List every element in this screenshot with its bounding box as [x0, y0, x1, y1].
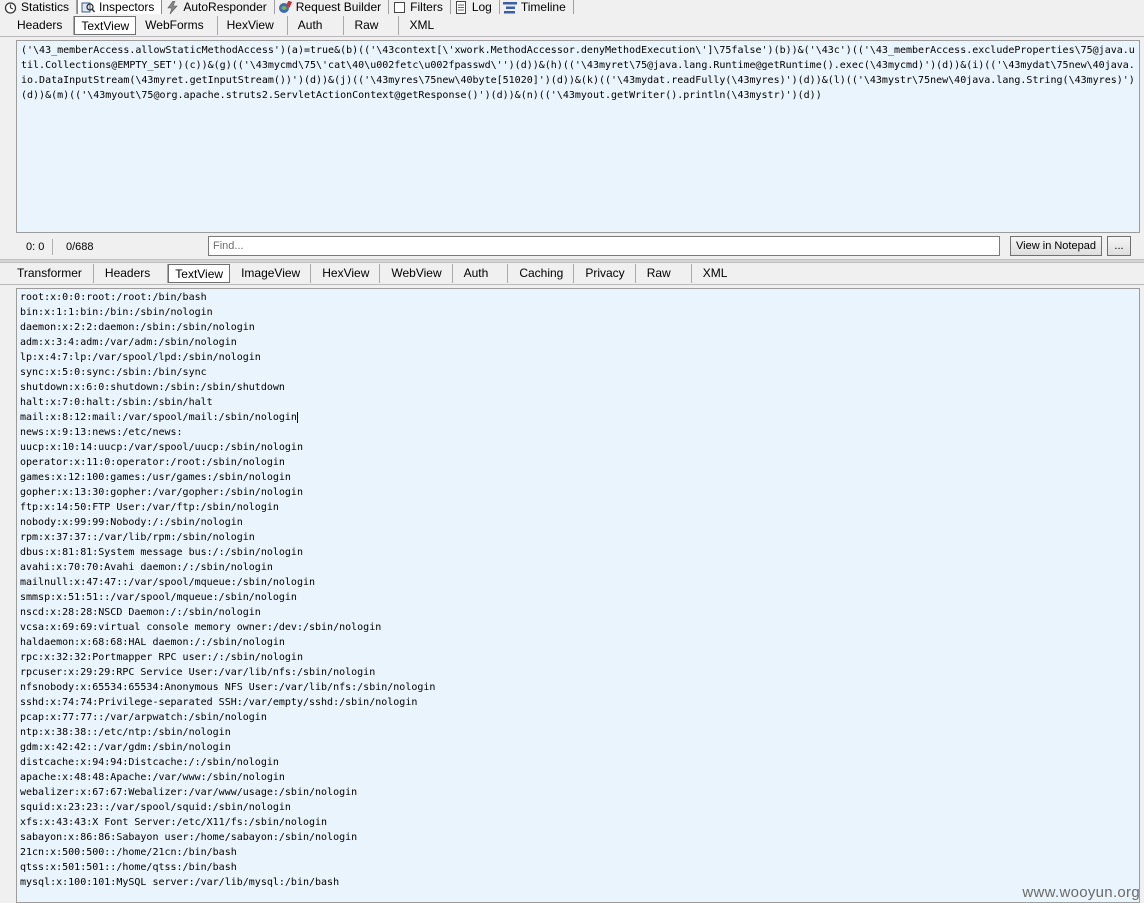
request-tab-webforms[interactable]: WebForms [136, 16, 218, 35]
response-tab-imageview[interactable]: ImageView [230, 264, 312, 283]
response-line: haldaemon:x:68:68:HAL daemon:/:/sbin/nol… [20, 637, 285, 648]
timeline-icon [502, 1, 517, 14]
response-line: halt:x:7:0:halt:/sbin:/sbin/halt [20, 397, 213, 408]
response-line: avahi:x:70:70:Avahi daemon:/:/sbin/nolog… [20, 562, 273, 573]
response-line: gopher:x:13:30:gopher:/var/gopher:/sbin/… [20, 487, 303, 498]
tab-label: Request Builder [295, 0, 382, 14]
lightning-icon [165, 0, 179, 14]
watermark: www.wooyun.org [1022, 884, 1140, 901]
tab-label: Log [471, 0, 492, 14]
tab-request-builder[interactable]: Request Builder [275, 0, 390, 14]
checkbox-icon [392, 1, 406, 14]
response-tab-auth[interactable]: Auth [453, 264, 509, 283]
tab-filters[interactable]: Filters [389, 0, 451, 14]
response-body-text[interactable]: root:x:0:0:root:/root:/bin/bash bin:x:1:1… [16, 288, 1140, 903]
response-line: nfsnobody:x:65534:65534:Anonymous NFS Us… [20, 682, 436, 693]
response-line: ntp:x:38:38::/etc/ntp:/sbin/nologin [20, 727, 231, 738]
tab-log[interactable]: Log [451, 0, 500, 14]
response-line: webalizer:x:67:67:Webalizer:/var/www/usa… [20, 787, 358, 798]
response-line: rpm:x:37:37::/var/lib/rpm:/sbin/nologin [20, 532, 255, 543]
response-line: ftp:x:14:50:FTP User:/var/ftp:/sbin/nolo… [20, 502, 279, 513]
log-icon [454, 0, 468, 14]
response-line: sabayon:x:86:86:Sabayon user:/home/sabay… [20, 832, 358, 843]
more-options-button[interactable]: ... [1107, 236, 1131, 256]
response-line: shutdown:x:6:0:shutdown:/sbin:/sbin/shut… [20, 382, 285, 393]
response-line: xfs:x:43:43:X Font Server:/etc/X11/fs:/s… [20, 817, 328, 828]
request-tab-hexview[interactable]: HexView [218, 16, 288, 35]
response-line: daemon:x:2:2:daemon:/sbin:/sbin/nologin [20, 322, 255, 333]
response-tab-textview[interactable]: TextView [168, 264, 231, 283]
find-input[interactable] [208, 236, 1000, 256]
response-tab-privacy[interactable]: Privacy [574, 264, 636, 283]
tab-statistics[interactable]: Statistics [0, 0, 78, 14]
request-tab-textview[interactable]: TextView [74, 16, 137, 35]
response-tab-hexview[interactable]: HexView [311, 264, 381, 283]
text-cursor [296, 411, 298, 423]
response-tab-xml[interactable]: XML [692, 264, 748, 283]
response-line: uucp:x:10:14:uucp:/var/spool/uucp:/sbin/… [20, 442, 303, 453]
main-tab-strip: Statistics Inspectors AutoResponder Requ… [0, 0, 1144, 14]
inspector-icon [81, 1, 96, 14]
request-inspector-tabs: Headers TextView WebForms HexView Auth R… [0, 15, 1144, 37]
view-in-notepad-button[interactable]: View in Notepad [1010, 236, 1102, 256]
response-tab-headers[interactable]: Headers [94, 264, 169, 283]
response-tab-transformer[interactable]: Transformer [0, 264, 94, 283]
request-tab-xml[interactable]: XML [399, 16, 454, 35]
response-line: sync:x:5:0:sync:/sbin:/bin/sync [20, 367, 207, 378]
response-line: mail:x:8:12:mail:/var/spool/mail:/sbin/n… [20, 411, 298, 423]
response-line: sshd:x:74:74:Privilege-separated SSH:/va… [20, 697, 418, 708]
response-line: nscd:x:28:28:NSCD Daemon:/:/sbin/nologin [20, 607, 261, 618]
response-line: squid:x:23:23::/var/spool/squid:/sbin/no… [20, 802, 291, 813]
response-line: mysql:x:100:101:MySQL server:/var/lib/my… [20, 877, 340, 888]
tab-inspectors[interactable]: Inspectors [77, 0, 163, 14]
request-tab-raw[interactable]: Raw [344, 16, 400, 35]
tab-label: AutoResponder [183, 0, 267, 14]
response-line: operator:x:11:0:operator:/root:/sbin/nol… [20, 457, 285, 468]
response-line: nobody:x:99:99:Nobody:/:/sbin/nologin [20, 517, 243, 528]
response-line: pcap:x:77:77::/var/arpwatch:/sbin/nologi… [20, 712, 267, 723]
left-gutter [0, 36, 15, 903]
cursor-position: 0: 0 [16, 239, 54, 255]
composer-icon [278, 0, 292, 14]
response-line: dbus:x:81:81:System message bus:/:/sbin/… [20, 547, 303, 558]
request-status-bar: 0: 0 0/688 View in Notepad ... [16, 236, 1140, 258]
response-line: smmsp:x:51:51::/var/spool/mqueue:/sbin/n… [20, 592, 297, 603]
response-line: root:x:0:0:root:/root:/bin/bash [20, 292, 207, 303]
tab-label: Filters [410, 0, 443, 14]
response-tab-raw[interactable]: Raw [636, 264, 692, 283]
response-tab-webview[interactable]: WebView [380, 264, 453, 283]
response-line: distcache:x:94:94:Distcache:/:/sbin/nolo… [20, 757, 279, 768]
response-line: qtss:x:501:501::/home/qtss:/bin/bash [20, 862, 237, 873]
request-tab-auth[interactable]: Auth [288, 16, 345, 35]
tab-label: Inspectors [99, 0, 155, 14]
response-line: news:x:9:13:news:/etc/news: [20, 427, 183, 438]
response-line: mailnull:x:47:47::/var/spool/mqueue:/sbi… [20, 577, 316, 588]
response-line: rpc:x:32:32:Portmapper RPC user:/:/sbin/… [20, 652, 303, 663]
response-tab-caching[interactable]: Caching [508, 264, 575, 283]
text-length: 0/688 [66, 241, 94, 253]
request-body-text[interactable]: ('\43_memberAccess.allowStaticMethodAcce… [16, 40, 1140, 233]
response-line: vcsa:x:69:69:virtual console memory owne… [20, 622, 382, 633]
response-line: apache:x:48:48:Apache:/var/www:/sbin/nol… [20, 772, 285, 783]
response-line: lp:x:4:7:lp:/var/spool/lpd:/sbin/nologin [20, 352, 261, 363]
request-tab-headers[interactable]: Headers [0, 16, 75, 35]
response-line: gdm:x:42:42::/var/gdm:/sbin/nologin [20, 742, 231, 753]
stopwatch-icon [3, 1, 17, 14]
response-line: adm:x:3:4:adm:/var/adm:/sbin/nologin [20, 337, 237, 348]
response-line: 21cn:x:500:500::/home/21cn:/bin/bash [20, 847, 237, 858]
response-inspector-tabs: Transformer Headers TextView ImageView H… [0, 263, 1144, 285]
tab-label: Statistics [21, 0, 70, 14]
response-line: bin:x:1:1:bin:/bin:/sbin/nologin [20, 307, 213, 318]
response-line: games:x:12:100:games:/usr/games:/sbin/no… [20, 472, 291, 483]
tab-autoresponder[interactable]: AutoResponder [162, 0, 275, 14]
response-line: rpcuser:x:29:29:RPC Service User:/var/li… [20, 667, 376, 678]
tab-timeline[interactable]: Timeline [500, 0, 574, 14]
tab-label: Timeline [520, 0, 566, 14]
